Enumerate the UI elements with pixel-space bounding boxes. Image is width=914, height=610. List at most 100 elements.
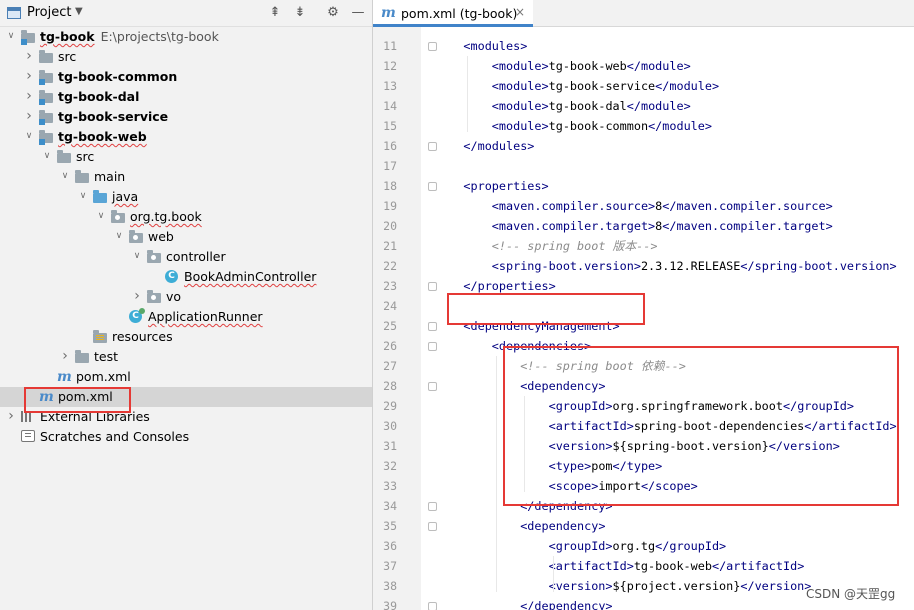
chevron-down-icon[interactable]: ∨ bbox=[77, 190, 89, 202]
tree-item[interactable]: C ApplicationRunner bbox=[0, 307, 372, 327]
code-line: <scope>import</scope> bbox=[549, 476, 698, 496]
tree-item-label: tg-book-common bbox=[58, 69, 177, 84]
code-line: <modules> bbox=[463, 36, 527, 56]
tree-item[interactable]: › tg-book-common bbox=[0, 67, 372, 87]
tree-item[interactable]: ∨ java bbox=[0, 187, 372, 207]
xml-comment: <!-- spring boot 版本--> bbox=[491, 239, 658, 253]
libraries-icon bbox=[21, 410, 33, 422]
line-number: 27 bbox=[383, 359, 397, 373]
expand-all-icon[interactable]: ⇞ bbox=[266, 4, 284, 22]
tree-item[interactable]: › test bbox=[0, 347, 372, 367]
xml-tag: <spring-boot.version> bbox=[491, 259, 641, 273]
chevron-down-icon[interactable]: ∨ bbox=[5, 30, 17, 42]
tree-item-name: web bbox=[148, 229, 174, 244]
code-line: <maven.compiler.source>8</maven.compiler… bbox=[492, 196, 833, 216]
code-line: <module>tg-book-common</module> bbox=[492, 116, 712, 136]
tree-item-label: BookAdminController bbox=[184, 269, 316, 284]
tree-item[interactable]: ∨ tg-book-web bbox=[0, 127, 372, 147]
tree-item[interactable]: ∨ tg-book E:\projects\tg-book bbox=[0, 27, 372, 47]
code-line: <artifactId>tg-book-web</artifactId> bbox=[549, 556, 805, 576]
fold-marker-icon[interactable] bbox=[428, 282, 437, 291]
line-number: 22 bbox=[383, 259, 397, 273]
module-folder-icon bbox=[39, 90, 53, 105]
tree-item[interactable]: ∨ main bbox=[0, 167, 372, 187]
chevron-right-icon[interactable]: › bbox=[23, 109, 35, 123]
chevron-down-icon[interactable]: ∨ bbox=[59, 170, 71, 182]
tab-pom-xml[interactable]: m pom.xml (tg-book) × bbox=[373, 0, 533, 27]
tree-item[interactable]: › External Libraries bbox=[0, 407, 372, 427]
xml-tag: </groupId> bbox=[655, 539, 727, 553]
tree-item[interactable]: ∨ src bbox=[0, 147, 372, 167]
line-number: 23 bbox=[383, 279, 397, 293]
folder-icon bbox=[75, 170, 89, 183]
tree-item[interactable]: › tg-book-service bbox=[0, 107, 372, 127]
xml-tag: </module> bbox=[648, 119, 712, 133]
fold-marker-icon[interactable] bbox=[428, 502, 437, 511]
code-line: <dependencyManagement> bbox=[463, 316, 619, 336]
tree-item[interactable]: › src bbox=[0, 47, 372, 67]
close-icon[interactable]: × bbox=[515, 5, 525, 19]
code-editor[interactable]: <modules> <module>tg-book-web</module> <mo… bbox=[437, 27, 914, 610]
tree-item[interactable]: Scratches and Consoles bbox=[0, 427, 372, 447]
project-view-selector[interactable]: Project bbox=[27, 5, 71, 20]
xml-tag: <dependencyManagement> bbox=[463, 319, 620, 333]
tree-item[interactable]: › vo bbox=[0, 287, 372, 307]
source-folder-icon bbox=[93, 190, 107, 203]
chevron-down-icon[interactable]: ∨ bbox=[131, 250, 143, 262]
xml-text: pom bbox=[591, 459, 613, 473]
chevron-down-icon[interactable]: ∨ bbox=[113, 230, 125, 242]
chevron-down-icon[interactable]: ▼ bbox=[75, 6, 83, 17]
line-number: 24 bbox=[383, 299, 397, 313]
tree-item-name: Scratches and Consoles bbox=[40, 429, 190, 444]
tree-item[interactable]: › tg-book-dal bbox=[0, 87, 372, 107]
tree-item-label: main bbox=[94, 169, 125, 184]
tree-item[interactable]: m pom.xml bbox=[0, 367, 372, 387]
tree-item[interactable]: ∨ controller bbox=[0, 247, 372, 267]
chevron-down-icon[interactable]: ∨ bbox=[95, 210, 107, 222]
hide-icon[interactable]: — bbox=[349, 4, 367, 22]
line-number: 15 bbox=[383, 119, 397, 133]
chevron-down-icon[interactable]: ∨ bbox=[41, 150, 53, 162]
line-number: 36 bbox=[383, 539, 397, 553]
chevron-right-icon[interactable]: › bbox=[23, 89, 35, 103]
chevron-down-icon[interactable]: ∨ bbox=[23, 130, 35, 142]
line-number: 31 bbox=[383, 439, 397, 453]
package-icon bbox=[111, 210, 125, 223]
tree-item-label: src bbox=[76, 149, 94, 164]
xml-text: org.springframework.boot bbox=[612, 399, 783, 413]
collapse-all-icon[interactable]: ⇟ bbox=[291, 4, 309, 22]
chevron-right-icon[interactable]: › bbox=[23, 69, 35, 83]
chevron-right-icon[interactable]: › bbox=[5, 409, 17, 423]
tree-item[interactable]: ∨ org.tg.book bbox=[0, 207, 372, 227]
line-number: 37 bbox=[383, 559, 397, 573]
fold-marker-icon[interactable] bbox=[428, 382, 437, 391]
fold-marker-icon[interactable] bbox=[428, 322, 437, 331]
tree-item[interactable]: C BookAdminController bbox=[0, 267, 372, 287]
fold-marker-icon[interactable] bbox=[428, 602, 437, 610]
fold-marker-icon[interactable] bbox=[428, 182, 437, 191]
xml-tag: <dependency> bbox=[520, 519, 606, 533]
tree-item-name: main bbox=[94, 169, 126, 184]
tree-item[interactable]: ∨ web bbox=[0, 227, 372, 247]
xml-tag: <maven.compiler.source> bbox=[491, 199, 656, 213]
project-header: Project ▼ ⇞ ⇟ ⚙ — bbox=[0, 0, 372, 27]
line-number: 34 bbox=[383, 499, 397, 513]
xml-tag: </modules> bbox=[463, 139, 535, 153]
fold-marker-icon[interactable] bbox=[428, 42, 437, 51]
code-line: <dependency> bbox=[520, 516, 605, 536]
gear-icon[interactable]: ⚙ bbox=[324, 4, 342, 22]
tree-item[interactable]: resources bbox=[0, 327, 372, 347]
xml-text: org.tg bbox=[612, 539, 656, 553]
chevron-right-icon[interactable]: › bbox=[23, 49, 35, 63]
fold-marker-icon[interactable] bbox=[428, 142, 437, 151]
tree-item-label: pom.xml bbox=[76, 369, 131, 384]
chevron-right-icon[interactable]: › bbox=[59, 349, 71, 363]
tab-label: pom.xml (tg-book) bbox=[401, 6, 518, 21]
xml-text: ${spring-boot.version} bbox=[612, 439, 769, 453]
fold-marker-icon[interactable] bbox=[428, 342, 437, 351]
line-number: 12 bbox=[383, 59, 397, 73]
tree-item[interactable]: m pom.xml bbox=[0, 387, 372, 407]
fold-marker-icon[interactable] bbox=[428, 522, 437, 531]
tree-item-name: pom.xml bbox=[58, 389, 113, 404]
chevron-right-icon[interactable]: › bbox=[131, 289, 143, 303]
